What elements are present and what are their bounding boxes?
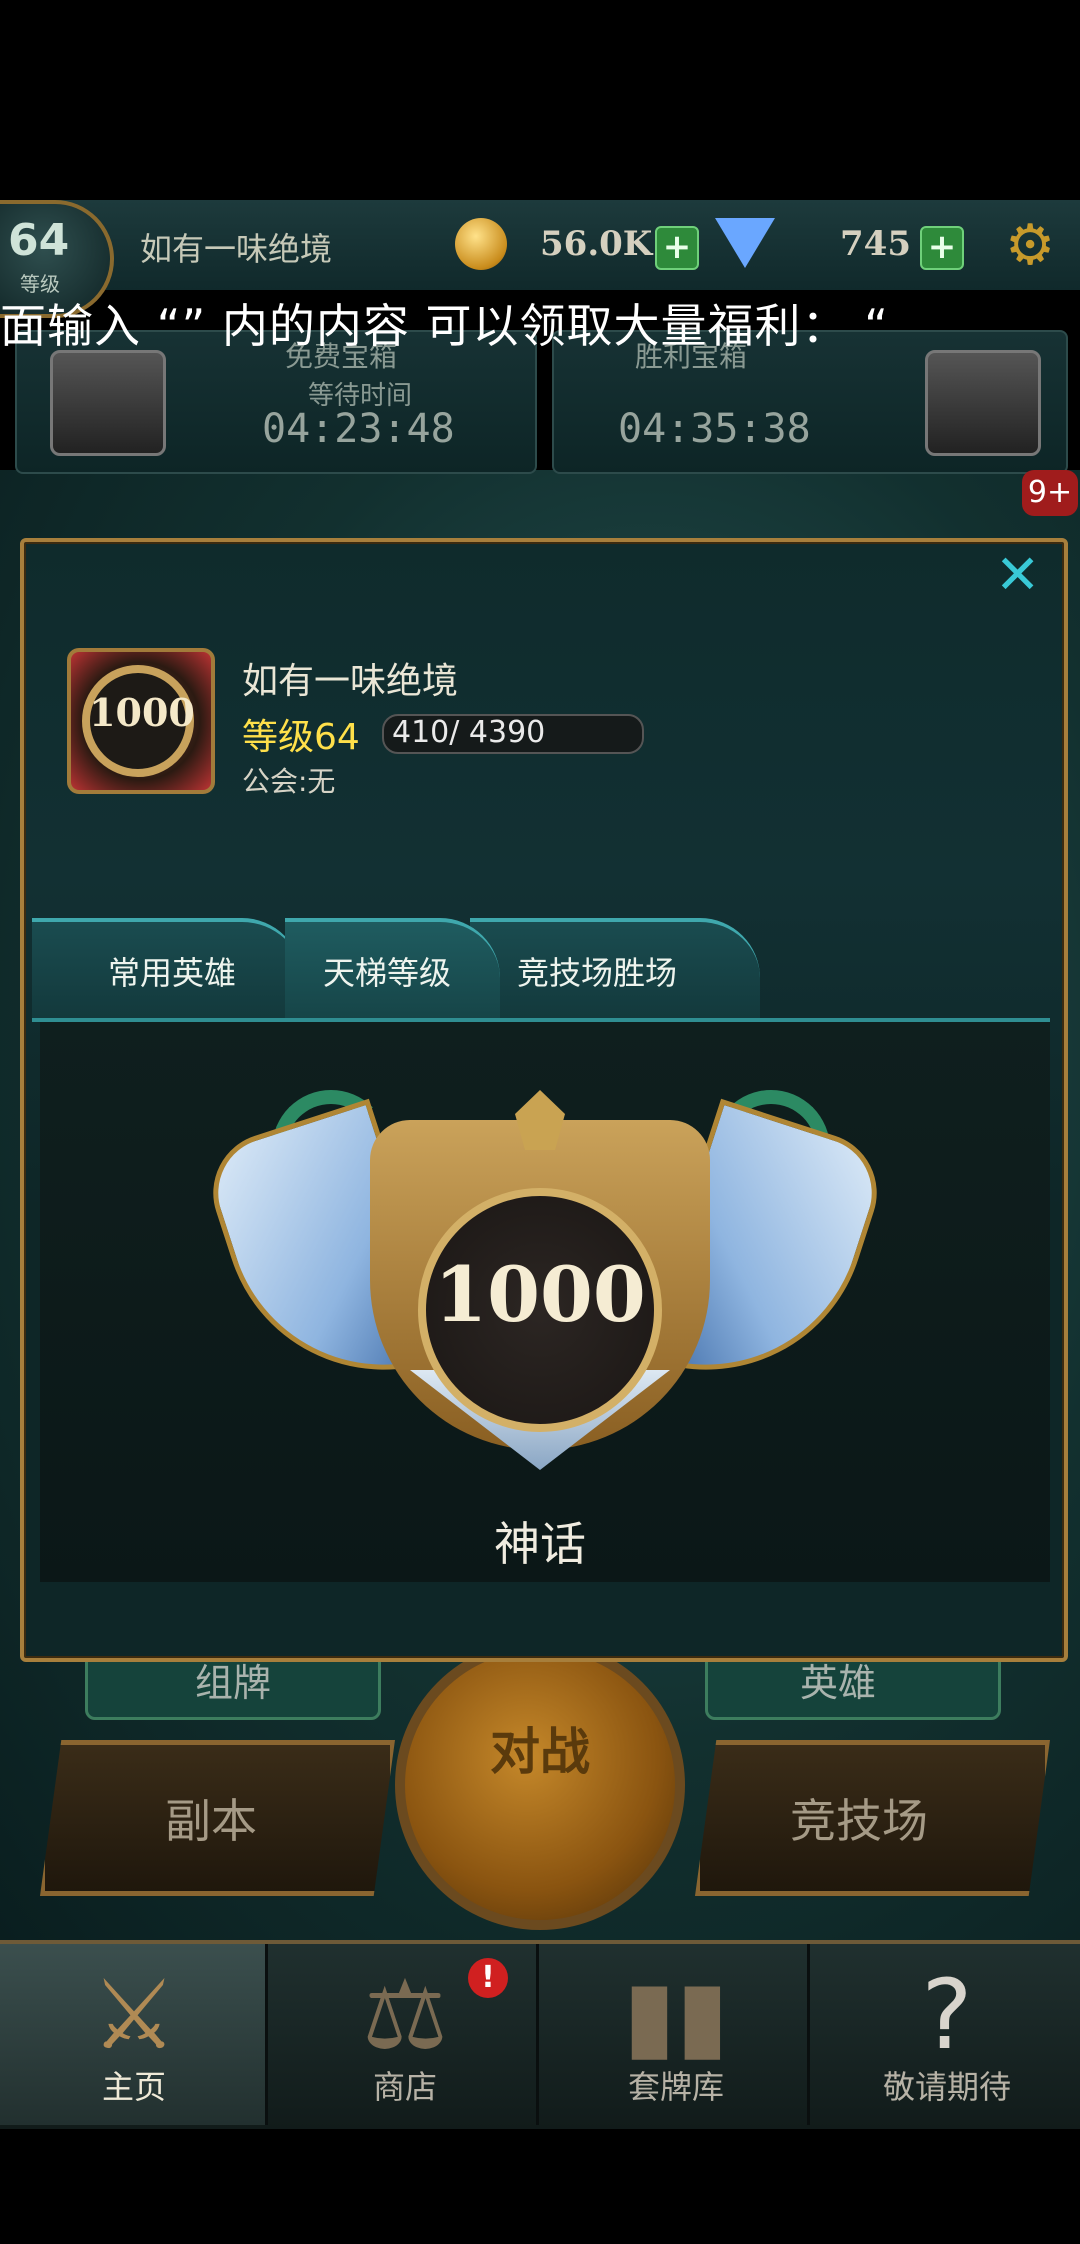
nav-coming-soon-label: 敬请期待 xyxy=(882,2068,1011,2106)
chest-icon xyxy=(50,350,166,456)
nav-decks-label: 套牌库 xyxy=(627,2068,724,2106)
tab-arena-wins-label: 竞技场胜场 xyxy=(517,954,678,992)
player-level-number: 64 xyxy=(8,215,70,266)
profile-level: 等级64 xyxy=(242,717,360,758)
tab-common-heroes-label: 常用英雄 xyxy=(108,954,237,992)
promo-banner-text: 面输入 “” 内的内容 可以领取大量福利： “ xyxy=(0,299,889,353)
profile-guild: 公会:无 xyxy=(242,765,336,798)
tab-ladder-rank-label: 天梯等级 xyxy=(323,954,452,992)
cards-icon: ▮▮ xyxy=(623,1959,729,2071)
xp-progress-text: 410/ 4390 xyxy=(392,715,546,750)
add-gold-button[interactable]: + xyxy=(655,226,699,270)
profile-name: 如有一味绝境 xyxy=(242,661,459,702)
player-name[interactable]: 如有一味绝境 xyxy=(140,224,332,270)
question-mark-icon: ? xyxy=(921,1959,973,2071)
nav-shop-label: 商店 xyxy=(372,2068,437,2106)
diamond-icon xyxy=(715,218,775,268)
crossed-swords-icon: ⚔ xyxy=(90,1959,178,2071)
gold-amount: 56.0K xyxy=(540,224,653,264)
battle-label: 对战 xyxy=(490,1722,590,1781)
arena-label: 竞技场 xyxy=(790,1794,928,1848)
gold-coin-icon xyxy=(455,218,507,270)
close-icon[interactable]: ✕ xyxy=(995,548,1040,602)
free-chest-timer: 04:23:48 xyxy=(262,406,455,452)
nav-home-label: 主页 xyxy=(101,2068,166,2106)
rank-name: 神话 xyxy=(494,1517,586,1571)
rank-score: 1000 xyxy=(434,1250,646,1339)
gem-amount: 745 xyxy=(840,224,911,264)
victory-chest-timer: 04:35:38 xyxy=(618,406,811,452)
add-gems-button[interactable]: + xyxy=(920,226,964,270)
avatar-rating: 1000 xyxy=(89,690,195,735)
dungeon-label: 副本 xyxy=(165,1794,257,1848)
battle-button[interactable] xyxy=(395,1640,685,1930)
notification-badge: 9+ xyxy=(1022,470,1078,516)
chest-icon xyxy=(925,350,1041,456)
settings-gear-icon[interactable]: ⚙ xyxy=(1005,218,1055,274)
shop-alert-badge: ! xyxy=(468,1958,508,1998)
